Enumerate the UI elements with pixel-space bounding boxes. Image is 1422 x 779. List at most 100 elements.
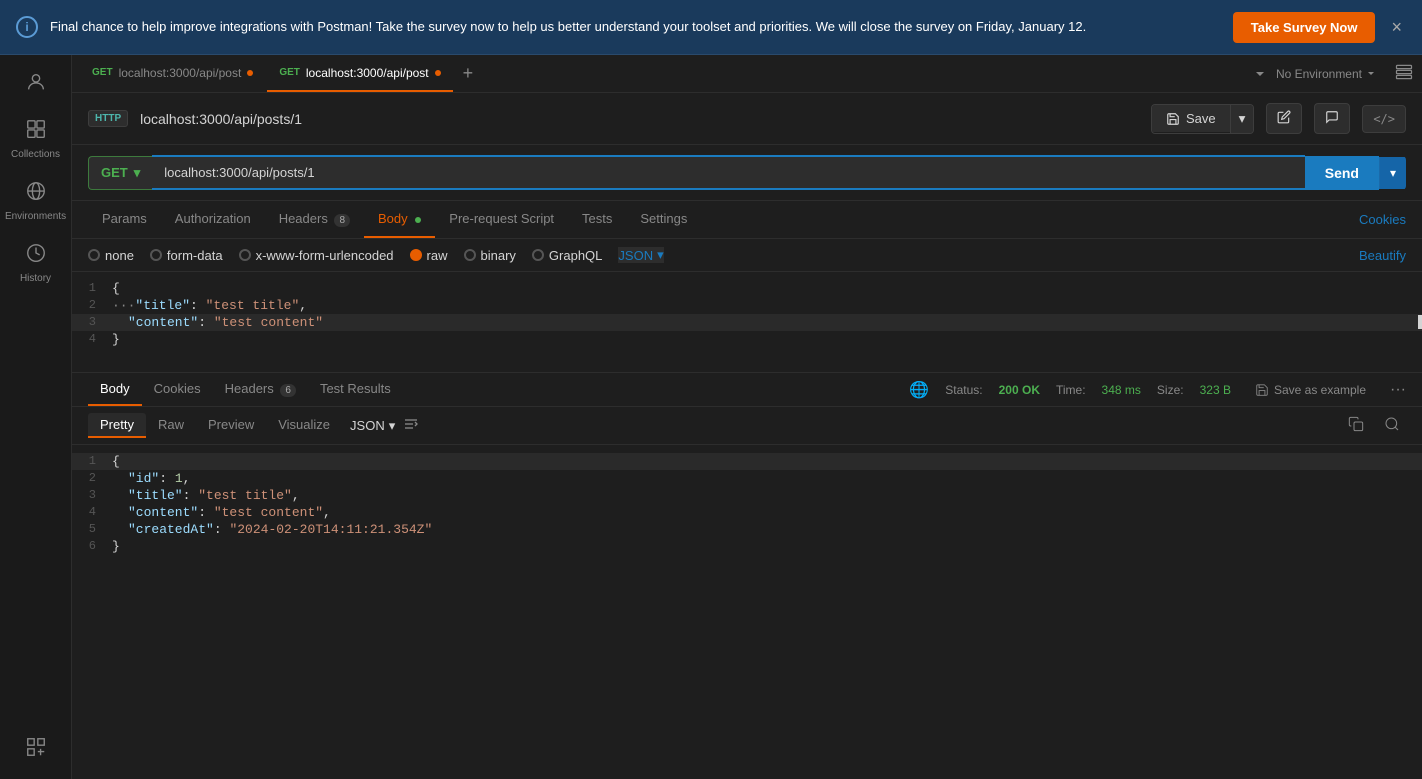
no-env-label: No Environment (1276, 67, 1362, 81)
save-dropdown-button[interactable]: ▾ (1230, 105, 1254, 133)
request-body-editor[interactable]: 1 { 2 ···"title": "test title", 3 "conte… (72, 272, 1422, 372)
info-icon: i (16, 16, 38, 38)
resp-code-line-6: 6 } (72, 538, 1422, 555)
tab-2[interactable]: GET localhost:3000/api/post (267, 55, 452, 92)
response-tabs: Body Cookies Headers 6 Test Results 🌐 St… (72, 373, 1422, 407)
response-section: Body Cookies Headers 6 Test Results 🌐 St… (72, 372, 1422, 779)
json-format-label: JSON (618, 248, 653, 263)
tab1-url: localhost:3000/api/post (119, 66, 242, 80)
json-format-select[interactable]: JSON ▾ (618, 247, 663, 263)
option-graphql[interactable]: GraphQL (532, 248, 602, 263)
sidebar-item-profile[interactable] (4, 63, 68, 106)
tab-params[interactable]: Params (88, 201, 161, 238)
method-select[interactable]: GET ▾ (88, 156, 152, 190)
radio-form-data (150, 249, 162, 261)
close-banner-button[interactable]: × (1387, 13, 1406, 42)
code-line-1: 1 { (72, 280, 1422, 297)
method-label: GET (101, 165, 128, 180)
save-as-example-button[interactable]: Save as example (1255, 383, 1366, 397)
option-binary-label: binary (481, 248, 516, 263)
radio-none (88, 249, 100, 261)
resp-visualize-tab[interactable]: Visualize (266, 413, 342, 438)
banner-text: Final chance to help improve integration… (50, 18, 1221, 36)
app-layout: Collections Environments History (0, 55, 1422, 779)
radio-raw (410, 249, 422, 261)
sidebar-item-components[interactable] (4, 728, 68, 779)
copy-response-button[interactable] (1342, 414, 1370, 437)
time-label: Time: (1056, 383, 1086, 397)
resp-raw-tab[interactable]: Raw (146, 413, 196, 438)
option-raw-label: raw (427, 248, 448, 263)
tab-pre-request[interactable]: Pre-request Script (435, 201, 568, 238)
sidebar-item-history[interactable]: History (4, 234, 68, 292)
tab-bar-dropdown[interactable] (1254, 68, 1266, 80)
json-chevron-icon: ▾ (657, 247, 664, 263)
environment-selector[interactable]: No Environment (1268, 67, 1384, 81)
resp-tab-test-results[interactable]: Test Results (308, 373, 403, 406)
save-label: Save (1186, 111, 1216, 126)
send-dropdown-button[interactable]: ▾ (1379, 157, 1406, 189)
history-icon (25, 242, 47, 269)
sidebar-item-collections[interactable]: Collections (4, 110, 68, 168)
option-graphql-label: GraphQL (549, 248, 602, 263)
response-meta: 🌐 Status: 200 OK Time: 348 ms Size: 323 … (909, 380, 1406, 400)
raw-label: Raw (158, 417, 184, 432)
option-form-data[interactable]: form-data (150, 248, 223, 263)
wrap-lines-icon-button[interactable] (403, 416, 419, 435)
tab-body[interactable]: Body (364, 201, 435, 238)
resp-json-format-select[interactable]: JSON ▾ (350, 418, 395, 434)
tab-settings[interactable]: Settings (626, 201, 701, 238)
tab-authorization[interactable]: Authorization (161, 201, 265, 238)
option-none[interactable]: none (88, 248, 134, 263)
search-response-button[interactable] (1378, 414, 1406, 437)
resp-preview-tab[interactable]: Preview (196, 413, 266, 438)
resp-pretty-tab[interactable]: Pretty (88, 413, 146, 438)
request-url-title: localhost:3000/api/posts/1 (140, 111, 1139, 127)
resp-tab-body[interactable]: Body (88, 373, 142, 406)
resp-tab-headers[interactable]: Headers 6 (213, 373, 308, 406)
radio-binary (464, 249, 476, 261)
size-value: 323 B (1200, 383, 1231, 397)
beautify-button[interactable]: Beautify (1359, 248, 1406, 263)
save-button[interactable]: Save (1152, 105, 1230, 132)
http-badge: HTTP (88, 110, 128, 127)
resp-json-chevron-icon: ▾ (389, 418, 396, 434)
environments-icon (25, 180, 47, 207)
tab1-method: GET (92, 67, 113, 78)
cookies-link[interactable]: Cookies (1359, 212, 1406, 227)
pretty-label: Pretty (100, 417, 134, 432)
tab-headers[interactable]: Headers 8 (265, 201, 364, 238)
option-raw[interactable]: raw (410, 248, 448, 263)
option-urlencoded[interactable]: x-www-form-urlencoded (239, 248, 394, 263)
visualize-label: Visualize (278, 417, 330, 432)
code-icon-button[interactable]: </> (1362, 105, 1406, 133)
resp-code-line-4: 4 "content": "test content", (72, 504, 1422, 521)
option-urlencoded-label: x-www-form-urlencoded (256, 248, 394, 263)
resp-tab-cookies[interactable]: Cookies (142, 373, 213, 406)
survey-banner: i Final chance to help improve integrati… (0, 0, 1422, 55)
tab2-dirty-dot (435, 70, 441, 76)
send-button[interactable]: Send (1305, 156, 1379, 190)
code-line-2: 2 ···"title": "test title", (72, 297, 1422, 314)
save-as-example-label: Save as example (1274, 383, 1366, 397)
comment-icon-button[interactable] (1314, 103, 1350, 134)
tab-1[interactable]: GET localhost:3000/api/post (80, 55, 265, 92)
account-icon-btn[interactable] (1394, 62, 1414, 85)
profile-icon (25, 71, 47, 98)
tab-tests[interactable]: Tests (568, 201, 626, 238)
more-options-button[interactable]: ··· (1390, 381, 1406, 399)
edit-icon-button[interactable] (1266, 103, 1302, 134)
sidebar-item-environments[interactable]: Environments (4, 172, 68, 230)
collections-label: Collections (11, 149, 60, 160)
response-code-editor: 1 { 2 "id": 1, 3 "title": "test title", (72, 445, 1422, 779)
status-label: Status: (945, 383, 982, 397)
tab2-url: localhost:3000/api/post (306, 66, 429, 80)
new-tab-button[interactable]: + (455, 63, 482, 84)
resp-json-label: JSON (350, 418, 385, 433)
sidebar: Collections Environments History (0, 55, 72, 779)
url-input[interactable] (152, 155, 1304, 190)
option-binary[interactable]: binary (464, 248, 516, 263)
resp-body-label: Body (100, 381, 130, 396)
method-chevron-icon: ▾ (134, 165, 141, 181)
take-survey-button[interactable]: Take Survey Now (1233, 12, 1376, 43)
